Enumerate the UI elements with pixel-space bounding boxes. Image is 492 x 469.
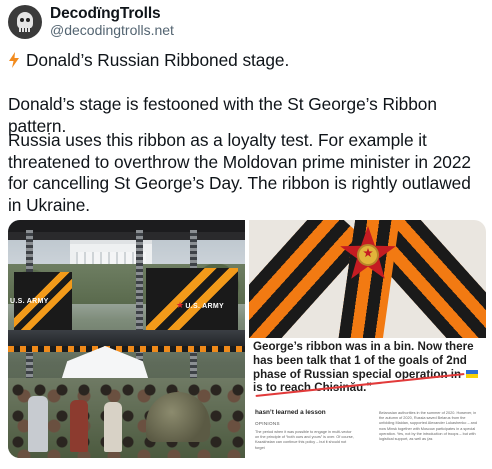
stage-photo[interactable]: U.S. ARMY ★U.S. ARMY	[8, 220, 245, 458]
post-paragraph-2: Russia uses this ribbon as a loyalty tes…	[8, 130, 471, 215]
author-display-name[interactable]: DecodïngTrolls	[50, 5, 161, 23]
stage-banner-right-text: U.S. ARMY	[185, 303, 224, 310]
ribbon-photo[interactable]	[249, 220, 486, 338]
star-icon: ★	[176, 300, 185, 310]
author-avatar[interactable]	[8, 5, 42, 39]
stage-truss	[8, 232, 245, 240]
stage-banner-right: ★U.S. ARMY	[176, 300, 224, 311]
crowd-person	[104, 402, 122, 452]
article-quote: George’s ribbon was in a bin. Now there …	[253, 340, 483, 395]
media-grid: U.S. ARMY ★U.S. ARMY George’s ribbon was…	[8, 220, 486, 458]
skull-jaw-icon	[19, 28, 31, 32]
post: DecodïngTrolls @decodingtrolls.net Donal…	[0, 0, 492, 469]
article-section-label: OPINIONS	[255, 421, 280, 426]
stage-deck	[8, 330, 245, 346]
crowd-person	[70, 400, 88, 452]
author-handle[interactable]: @decodingtrolls.net	[50, 22, 174, 38]
skull-avatar-icon	[17, 12, 33, 29]
post-title: Donald’s Russian Ribboned stage.	[8, 50, 486, 72]
ukraine-flag-icon	[466, 369, 479, 378]
post-title-text: Donald’s Russian Ribboned stage.	[26, 50, 290, 70]
lightning-bolt-icon	[9, 52, 19, 68]
stage-banner-left: U.S. ARMY	[10, 298, 49, 305]
crowd-person	[28, 396, 48, 452]
ribbon-pattern-banner	[8, 346, 245, 352]
article-column-right: Belarusian authorities in the summer of …	[379, 411, 477, 442]
ribbon-screen-right	[146, 268, 238, 330]
article-column-left: The period when it was possible to engag…	[255, 430, 354, 450]
lighting-tower	[136, 230, 143, 380]
article-screenshot[interactable]: George’s ribbon was in a bin. Now there …	[249, 340, 486, 458]
article-heading: hasn’t learned a lesson	[255, 409, 326, 416]
